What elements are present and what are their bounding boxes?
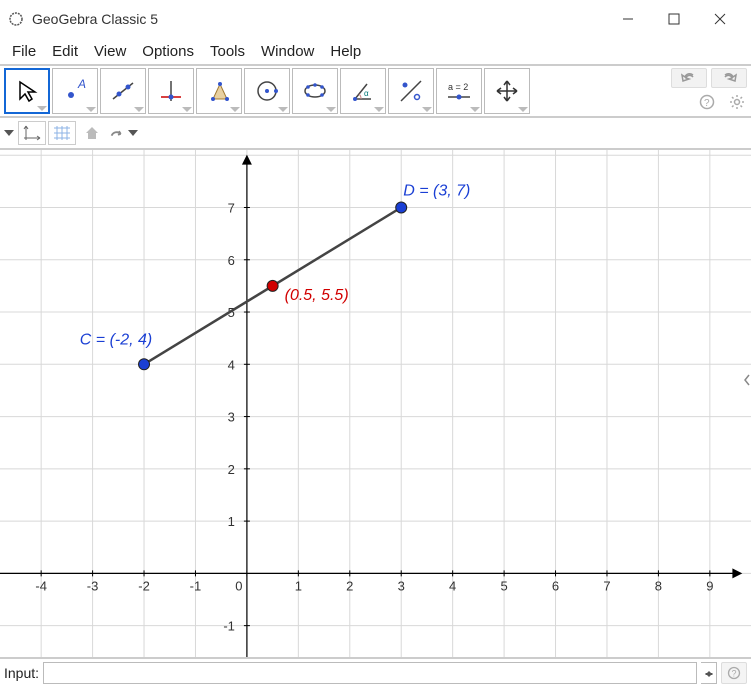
point-midpoint[interactable] xyxy=(267,280,278,291)
svg-text:a = 2: a = 2 xyxy=(448,82,468,92)
svg-text:3: 3 xyxy=(398,578,405,593)
svg-text:3: 3 xyxy=(228,410,235,425)
svg-text:1: 1 xyxy=(295,578,302,593)
angle-tool[interactable]: α xyxy=(340,68,386,114)
minimize-button[interactable] xyxy=(605,4,651,34)
svg-text:5: 5 xyxy=(500,578,507,593)
menu-view[interactable]: View xyxy=(86,39,134,64)
close-button[interactable] xyxy=(697,4,743,34)
svg-text:A: A xyxy=(77,77,86,91)
main-toolbar: A α a = 2 ? xyxy=(0,66,751,118)
grid-toggle-icon[interactable] xyxy=(48,121,76,145)
menubar: File Edit View Options Tools Window Help xyxy=(0,38,751,66)
line-tool[interactable] xyxy=(100,68,146,114)
svg-text:1: 1 xyxy=(228,514,235,529)
input-history-dropdown[interactable] xyxy=(701,662,717,684)
svg-text:2: 2 xyxy=(228,462,235,477)
svg-text:6: 6 xyxy=(552,578,559,593)
point-style-icon[interactable] xyxy=(108,123,128,143)
input-field[interactable] xyxy=(43,662,697,684)
menu-tools[interactable]: Tools xyxy=(202,39,253,64)
input-label: Input: xyxy=(4,665,39,681)
svg-text:2: 2 xyxy=(346,578,353,593)
svg-text:-4: -4 xyxy=(35,578,47,593)
settings-gear-icon[interactable] xyxy=(727,92,747,112)
side-panel-toggle[interactable] xyxy=(743,365,751,395)
input-bar: Input: ? xyxy=(0,657,751,687)
menu-file[interactable]: File xyxy=(4,39,44,64)
graphics-view[interactable]: -4-3-2-10123456789-11234567C = (-2, 4)(0… xyxy=(0,150,751,657)
svg-text:-2: -2 xyxy=(138,578,150,593)
point-tool[interactable]: A xyxy=(52,68,98,114)
menu-options[interactable]: Options xyxy=(134,39,202,64)
svg-text:?: ? xyxy=(732,669,737,679)
axes-toggle-icon[interactable] xyxy=(18,121,46,145)
point-label-D: D = (3, 7) xyxy=(403,182,470,199)
svg-text:-3: -3 xyxy=(87,578,99,593)
graphics-view-toolbar xyxy=(0,118,751,150)
point-style-dropdown-icon[interactable] xyxy=(128,130,138,136)
menu-edit[interactable]: Edit xyxy=(44,39,86,64)
input-help-button[interactable]: ? xyxy=(721,662,747,684)
move-graphics-tool[interactable] xyxy=(484,68,530,114)
perpendicular-tool[interactable] xyxy=(148,68,194,114)
slider-tool[interactable]: a = 2 xyxy=(436,68,482,114)
svg-text:6: 6 xyxy=(228,253,235,268)
maximize-button[interactable] xyxy=(651,4,697,34)
coordinate-plane[interactable]: -4-3-2-10123456789-11234567C = (-2, 4)(0… xyxy=(0,150,751,657)
svg-text:7: 7 xyxy=(228,200,235,215)
circle-tool[interactable] xyxy=(244,68,290,114)
help-icon[interactable]: ? xyxy=(697,92,717,112)
svg-text:α: α xyxy=(364,89,369,98)
svg-text:-1: -1 xyxy=(190,578,202,593)
point-label-midpoint: (0.5, 5.5) xyxy=(285,287,349,304)
move-pointer-tool[interactable] xyxy=(4,68,50,114)
window-titlebar: GeoGebra Classic 5 xyxy=(0,0,751,38)
home-icon[interactable] xyxy=(82,123,102,143)
menu-window[interactable]: Window xyxy=(253,39,322,64)
svg-text:9: 9 xyxy=(706,578,713,593)
undo-button[interactable] xyxy=(671,68,707,88)
window-title: GeoGebra Classic 5 xyxy=(32,11,605,27)
point-C[interactable] xyxy=(139,359,150,370)
conic-tool[interactable] xyxy=(292,68,338,114)
polygon-tool[interactable] xyxy=(196,68,242,114)
svg-text:4: 4 xyxy=(228,357,235,372)
redo-button[interactable] xyxy=(711,68,747,88)
menu-help[interactable]: Help xyxy=(322,39,369,64)
svg-text:8: 8 xyxy=(655,578,662,593)
svg-text:7: 7 xyxy=(603,578,610,593)
view-dropdown-icon[interactable] xyxy=(4,130,14,136)
point-D[interactable] xyxy=(396,202,407,213)
svg-text:0: 0 xyxy=(235,578,242,593)
svg-text:?: ? xyxy=(704,98,710,109)
svg-text:-1: -1 xyxy=(223,619,235,634)
point-label-C: C = (-2, 4) xyxy=(80,331,152,348)
svg-text:4: 4 xyxy=(449,578,456,593)
app-icon xyxy=(8,11,24,27)
reflect-tool[interactable] xyxy=(388,68,434,114)
